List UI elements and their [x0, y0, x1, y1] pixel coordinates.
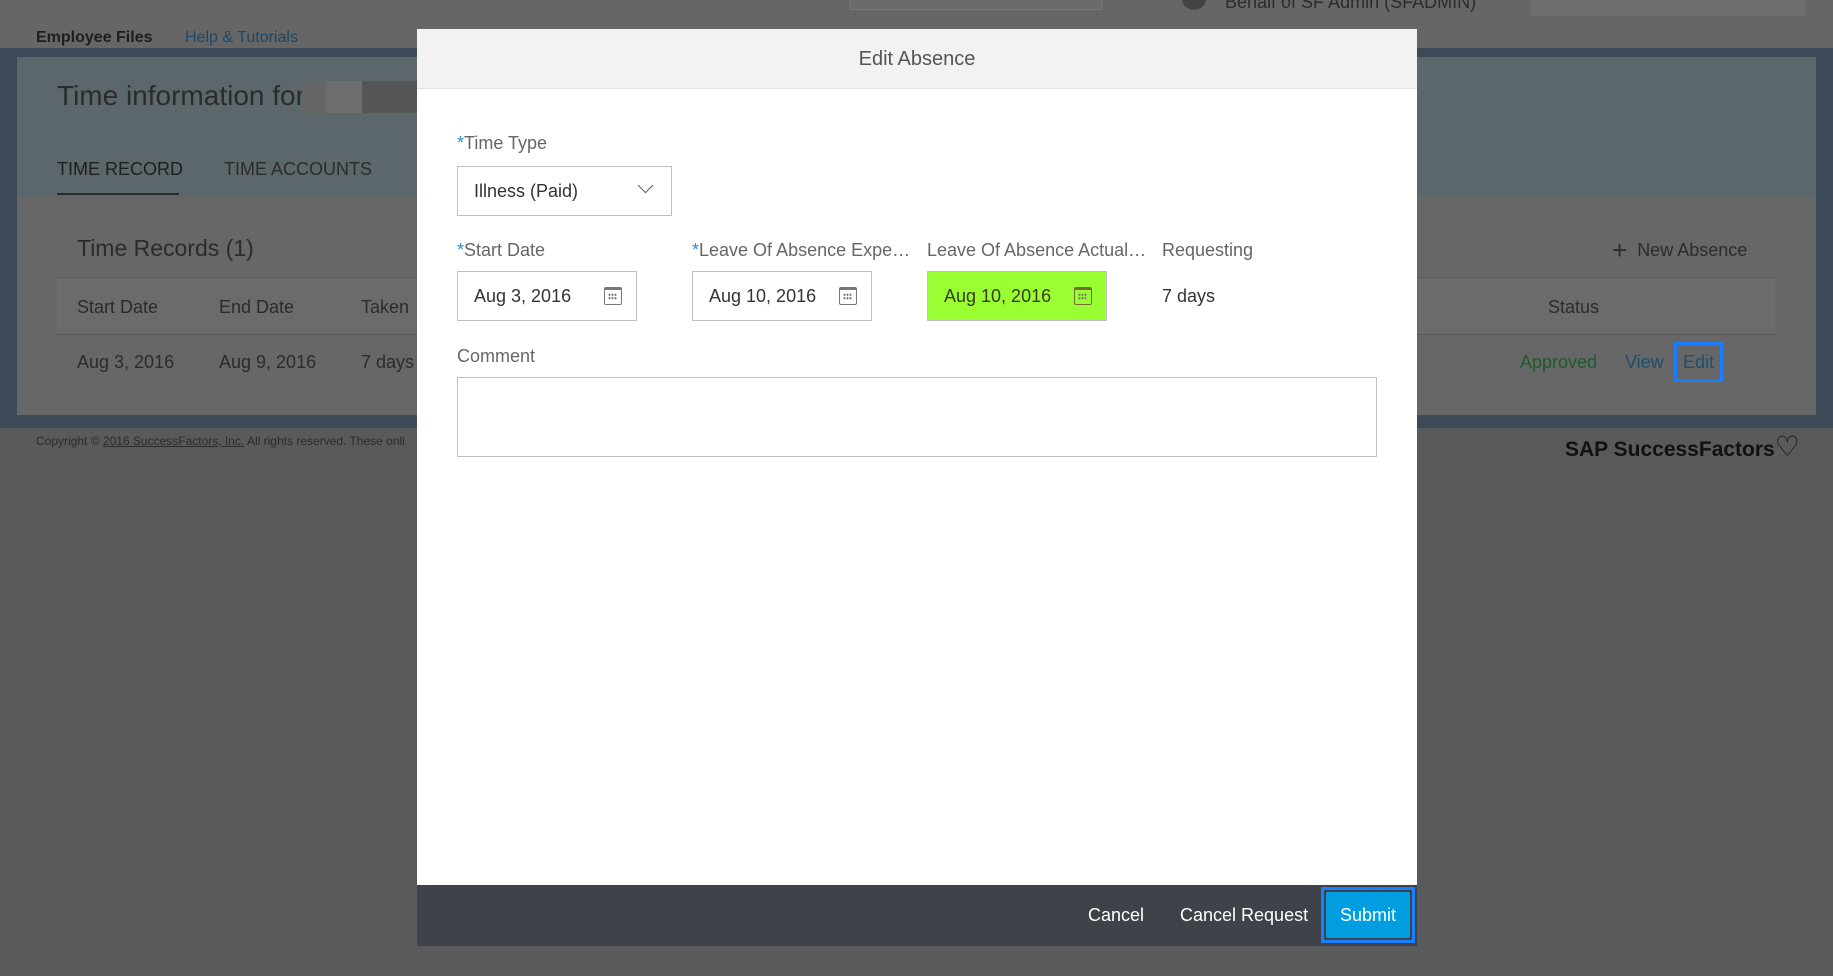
- time-type-label: *Time Type: [457, 133, 548, 153]
- copyright-link[interactable]: 2016 SuccessFactors, Inc.: [103, 434, 244, 448]
- row-status: Approved: [1520, 352, 1598, 372]
- copyright-suffix: All rights reserved. These onli: [246, 434, 405, 448]
- brand-text: SAP SuccessFactors: [1565, 438, 1775, 461]
- dialog-footer: Cancel Cancel Request Submit: [417, 885, 1417, 946]
- requesting-value: 7 days: [1162, 286, 1216, 306]
- time-type-select[interactable]: Illness (Paid): [457, 166, 672, 216]
- start-date-input[interactable]: Aug 3, 2016: [457, 271, 637, 321]
- dialog-title: Edit Absence: [417, 29, 1417, 89]
- copyright-prefix: Copyright ©: [36, 434, 100, 448]
- edit-link[interactable]: Edit: [1674, 342, 1724, 382]
- comment-label: Comment: [457, 346, 536, 366]
- proxy-user-text: Behalf of SF Admin (SFADMIN): [1225, 0, 1477, 12]
- comment-textarea[interactable]: [457, 377, 1377, 457]
- time-type-value: Illness (Paid): [474, 181, 579, 201]
- tab-time-accounts[interactable]: TIME ACCOUNTS: [224, 159, 372, 180]
- new-absence-button[interactable]: + New Absence: [1612, 235, 1747, 266]
- expected-date-label: *Leave Of Absence Expe…: [692, 240, 911, 260]
- actual-date-value: Aug 10, 2016: [944, 286, 1052, 306]
- requesting-label: Requesting: [1162, 240, 1254, 260]
- col-taken: Taken: [361, 297, 410, 317]
- col-start-date: Start Date: [77, 297, 159, 317]
- calendar-icon[interactable]: [604, 287, 622, 305]
- copyright: Copyright © 2016 SuccessFactors, Inc. Al…: [36, 434, 405, 448]
- actual-date-label: Leave Of Absence Actual…: [927, 240, 1147, 260]
- calendar-icon[interactable]: [839, 287, 857, 305]
- row-start-date: Aug 3, 2016: [77, 352, 175, 372]
- heart-icon: ♡: [1774, 431, 1800, 462]
- edit-absence-dialog: Edit Absence *Time Type Illness (Paid) *…: [417, 29, 1417, 946]
- nav-employee-files[interactable]: Employee Files: [36, 29, 153, 47]
- cancel-button[interactable]: Cancel: [1088, 905, 1144, 926]
- avatar-icon: [1182, 0, 1206, 10]
- plus-icon: +: [1612, 235, 1628, 265]
- row-taken: 7 days: [361, 352, 415, 372]
- redacted-name: [302, 81, 422, 113]
- user-menu[interactable]: [1530, 0, 1806, 16]
- calendar-icon[interactable]: [1074, 287, 1092, 305]
- col-status: Status: [1548, 297, 1600, 317]
- chevron-down-icon: [637, 177, 654, 194]
- view-link[interactable]: View: [1625, 352, 1664, 373]
- cancel-request-button[interactable]: Cancel Request: [1180, 905, 1308, 926]
- actual-date-input[interactable]: Aug 10, 2016: [927, 271, 1107, 321]
- records-title: Time Records (1): [77, 235, 254, 261]
- sap-successfactors-logo: SAP SuccessFactors♡: [1565, 430, 1800, 463]
- start-date-label: *Start Date: [457, 240, 546, 260]
- tab-time-record[interactable]: TIME RECORD: [57, 159, 183, 180]
- tab-active-indicator: [57, 193, 179, 195]
- new-absence-label: New Absence: [1637, 240, 1748, 260]
- row-end-date: Aug 9, 2016: [219, 352, 317, 372]
- nav-help-tutorials[interactable]: Help & Tutorials: [185, 29, 298, 47]
- expected-date-input[interactable]: Aug 10, 2016: [692, 271, 872, 321]
- submit-button[interactable]: Submit: [1321, 887, 1415, 943]
- col-end-date: End Date: [219, 297, 295, 317]
- start-date-value: Aug 3, 2016: [474, 286, 572, 306]
- expected-date-value: Aug 10, 2016: [709, 286, 817, 306]
- search-box[interactable]: [850, 0, 1102, 10]
- page-title: Time information for: [57, 80, 305, 111]
- submit-label: Submit: [1326, 892, 1410, 938]
